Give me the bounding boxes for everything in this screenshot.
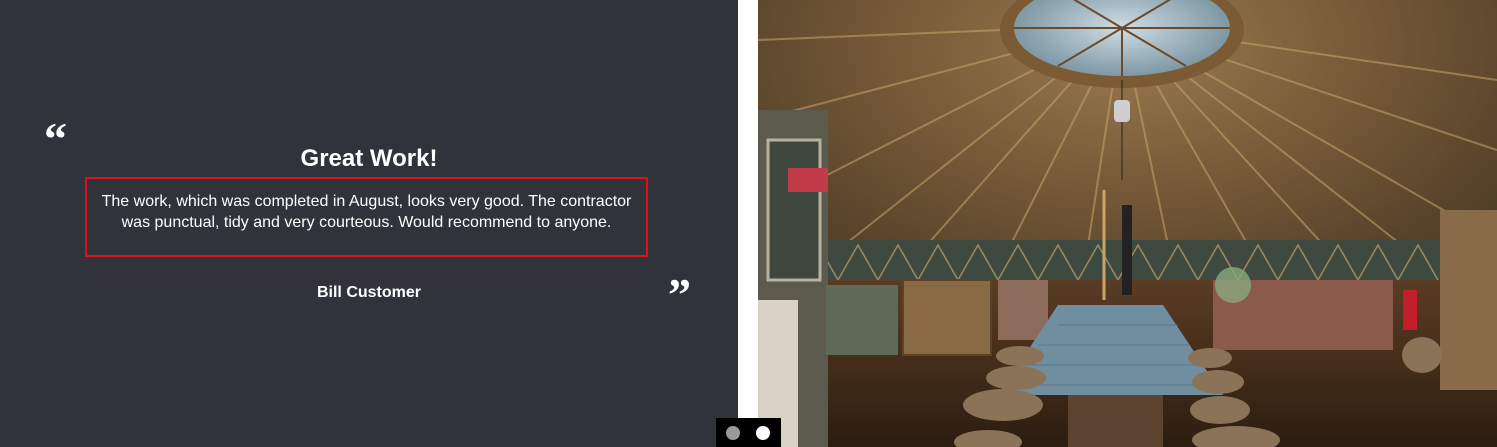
slide-dot-1[interactable]: [726, 426, 740, 440]
close-quote-icon: ”: [668, 269, 691, 320]
slider-pagination: [716, 418, 781, 447]
yurt-interior-image: [758, 0, 1497, 447]
testimonial-title: Great Work!: [300, 145, 438, 172]
slide-dot-2-active[interactable]: [756, 426, 770, 440]
testimonial-panel: “ Great Work! The work, which was comple…: [0, 0, 738, 447]
testimonial-author: Bill Customer: [316, 284, 421, 301]
testimonial-text: The work, which was completed in August,…: [85, 177, 648, 257]
